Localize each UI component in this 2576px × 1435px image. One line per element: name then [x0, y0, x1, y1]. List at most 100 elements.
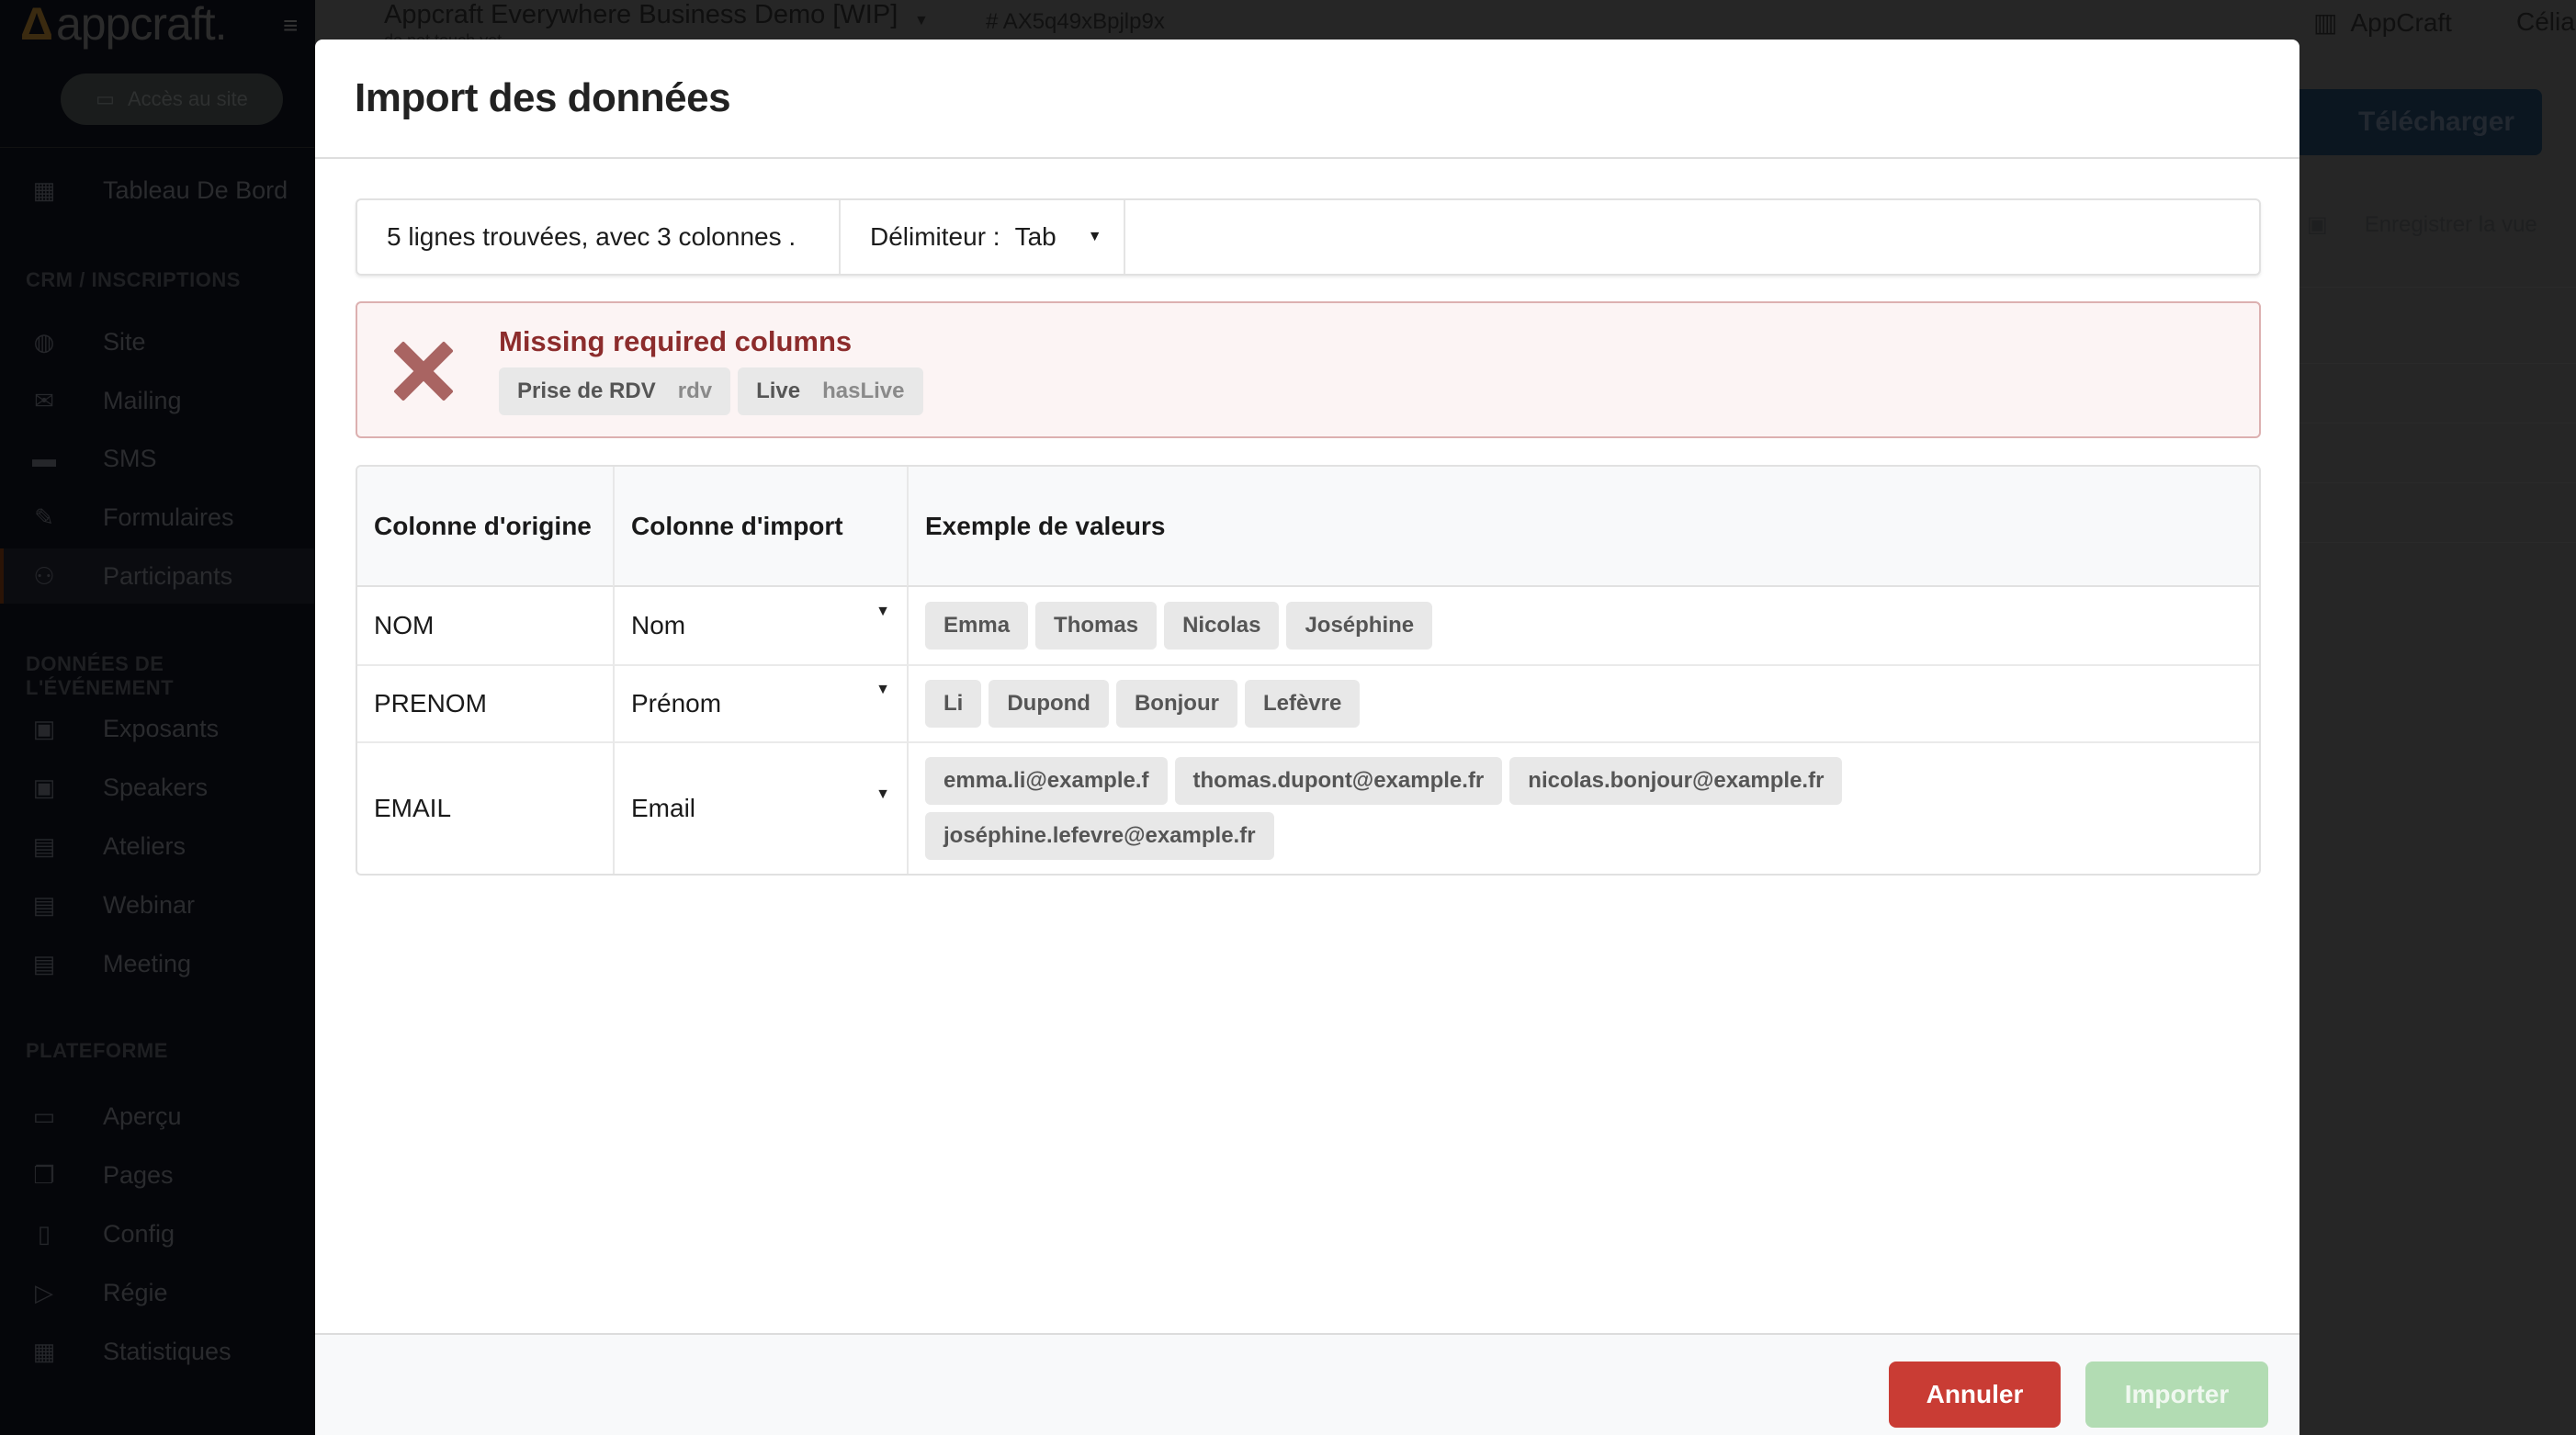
org-selector[interactable]: ▥ AppCraft — [2313, 7, 2452, 38]
sidebar-item-label: Participants — [103, 561, 233, 590]
example-value-chip: Lefèvre — [1244, 680, 1361, 728]
sidebar-item-label: Speakers — [103, 773, 209, 801]
sidebar-item-statistiques[interactable]: ▦ Statistiques — [0, 1324, 315, 1379]
example-value-chip: Nicolas — [1164, 602, 1280, 650]
sidebar-item-meeting[interactable]: ▤ Meeting — [0, 936, 315, 991]
rows-found-summary: 5 lignes trouvées, avec 3 colonnes . — [357, 200, 841, 274]
save-view-label: Enregistrer la vue — [2364, 211, 2537, 237]
topbar: Appcraft Everywhere Business Demo [WIP] … — [315, 0, 2576, 50]
sidebar-item-label: Régie — [103, 1278, 168, 1306]
missing-column-tag: Prise de RDV rdv — [499, 367, 731, 415]
sidebar-item-exposants[interactable]: ▣ Exposants — [0, 701, 315, 756]
sidebar-item-pages[interactable]: ❐ Pages — [0, 1147, 315, 1203]
example-values-cell: emma.li@example.f thomas.dupont@example.… — [907, 741, 2259, 874]
sidebar-item-formulaires[interactable]: ✎ Formulaires — [0, 490, 315, 545]
sidebar-item-label: Formulaires — [103, 503, 234, 531]
import-column-value: Prénom — [631, 689, 722, 718]
delimiter-select[interactable]: Délimiteur : Tab ▼ — [841, 200, 1125, 274]
divider — [2299, 542, 2576, 543]
table-row: PRENOM Prénom ▼ Li Dupond Bonjour Lefèvre — [357, 664, 2259, 741]
sidebar-item-dashboard[interactable]: ▦ Tableau De Bord — [0, 163, 315, 218]
sidebar-item-label: Meeting — [103, 949, 192, 977]
divider — [0, 147, 315, 148]
header-import-column: Colonne d'import — [613, 467, 907, 587]
cancel-button[interactable]: Annuler — [1889, 1362, 2061, 1428]
example-value-chip: Li — [925, 680, 982, 728]
import-column-select[interactable]: Email ▼ — [613, 741, 907, 874]
missing-column-key: rdv — [677, 379, 713, 403]
divider — [2299, 482, 2576, 483]
header-origin-column: Colonne d'origine — [357, 467, 613, 587]
sidebar-item-ateliers[interactable]: ▤ Ateliers — [0, 819, 315, 874]
sidebar-item-label: Mailing — [103, 386, 182, 414]
contact-card-icon: ▣ — [32, 714, 56, 742]
site-access-label: Accès au site — [127, 87, 248, 110]
project-title[interactable]: Appcraft Everywhere Business Demo [WIP] — [384, 0, 898, 30]
delimiter-value: Tab — [1014, 222, 1056, 251]
missing-column-label: Live — [756, 379, 801, 403]
building-icon: ▥ — [2313, 8, 2338, 37]
save-icon: ▣ — [2307, 212, 2328, 237]
divider — [2299, 423, 2576, 424]
org-name: AppCraft — [2350, 7, 2452, 37]
section-title: PLATEFORME — [26, 1039, 168, 1062]
origin-column-cell: PRENOM — [357, 664, 613, 741]
chevron-down-icon: ▼ — [876, 604, 890, 619]
download-button[interactable]: Télécharger — [2294, 89, 2542, 155]
mail-icon: ✉ — [34, 386, 54, 414]
divider — [2299, 363, 2576, 364]
missing-column-tag: Live hasLive — [738, 367, 923, 415]
phone-settings-icon: ▯ — [37, 1219, 51, 1248]
origin-column-cell: EMAIL — [357, 741, 613, 874]
sidebar-item-sms[interactable]: ▬ SMS — [0, 431, 315, 486]
sidebar-item-participants[interactable]: ⚇ Participants — [0, 548, 315, 604]
missing-column-key: hasLive — [822, 379, 905, 403]
import-column-select[interactable]: Nom ▼ — [613, 587, 907, 664]
sidebar-item-speakers[interactable]: ▣ Speakers — [0, 760, 315, 815]
sidebar-item-label: Webinar — [103, 890, 196, 919]
download-label: Télécharger — [2358, 107, 2515, 137]
divider — [2299, 287, 2576, 288]
example-value-chip: Emma — [925, 602, 1029, 650]
chevron-down-icon: ▼ — [1087, 229, 1102, 244]
section-title: DONNÉES DE L'ÉVÉNEMENT — [26, 652, 175, 699]
import-column-select[interactable]: Prénom ▼ — [613, 664, 907, 741]
missing-column-label: Prise de RDV — [517, 379, 656, 403]
sidebar-item-label: Exposants — [103, 714, 220, 742]
dashboard-icon: ▦ — [32, 175, 56, 204]
example-value-chip: thomas.dupont@example.fr — [1174, 757, 1503, 805]
alert-title: Missing required columns — [499, 325, 853, 357]
example-value-chip: Bonjour — [1115, 680, 1237, 728]
globe-icon: ◍ — [33, 327, 55, 356]
dialog-title: Import des données — [355, 75, 731, 120]
import-column-value: Nom — [631, 611, 686, 639]
app: Δappcraft. ≡ ▭ Accès au site ▦ Tableau De … — [0, 0, 2576, 1435]
project-dropdown-icon[interactable]: ▼ — [914, 13, 929, 29]
example-values-cell: Li Dupond Bonjour Lefèvre — [907, 664, 2259, 741]
header-example-values: Exemple de valeurs — [907, 467, 2259, 587]
sidebar-item-mailing[interactable]: ✉ Mailing — [0, 373, 315, 428]
sidebar-item-label: Statistiques — [103, 1337, 232, 1365]
sidebar-item-label: Site — [103, 327, 146, 356]
sidebar-item-label: Config — [103, 1219, 175, 1248]
monitor-icon: ▭ — [96, 87, 115, 110]
collapse-sidebar-icon[interactable]: ≡ — [283, 11, 314, 40]
sidebar-item-regie[interactable]: ▷ Régie — [0, 1265, 315, 1320]
save-view-button[interactable]: ▣ Enregistrer la vue — [2307, 211, 2537, 238]
video-settings-icon: ▷ — [35, 1278, 53, 1306]
site-access-button[interactable]: ▭ Accès au site — [61, 73, 283, 125]
sidebar-item-apercu[interactable]: ▭ Aperçu — [0, 1089, 315, 1144]
contact-card-icon: ▣ — [32, 773, 56, 801]
example-value-chip: emma.li@example.f — [925, 757, 1168, 805]
example-value-chip: Joséphine — [1286, 602, 1433, 650]
table-header-row: Colonne d'origine Colonne d'import Exemp… — [357, 467, 2259, 587]
sidebar-item-label: Pages — [103, 1160, 174, 1189]
logo-mark-icon: Δ — [20, 0, 53, 50]
sidebar-item-webinar[interactable]: ▤ Webinar — [0, 877, 315, 932]
import-button[interactable]: Importer — [2085, 1362, 2268, 1428]
example-value-chip: Thomas — [1035, 602, 1158, 650]
sidebar-item-config[interactable]: ▯ Config — [0, 1206, 315, 1261]
user-name[interactable]: Célia — [2516, 7, 2575, 37]
sidebar-item-site[interactable]: ◍ Site — [0, 314, 315, 369]
dialog-header: Import des données — [315, 40, 2299, 159]
